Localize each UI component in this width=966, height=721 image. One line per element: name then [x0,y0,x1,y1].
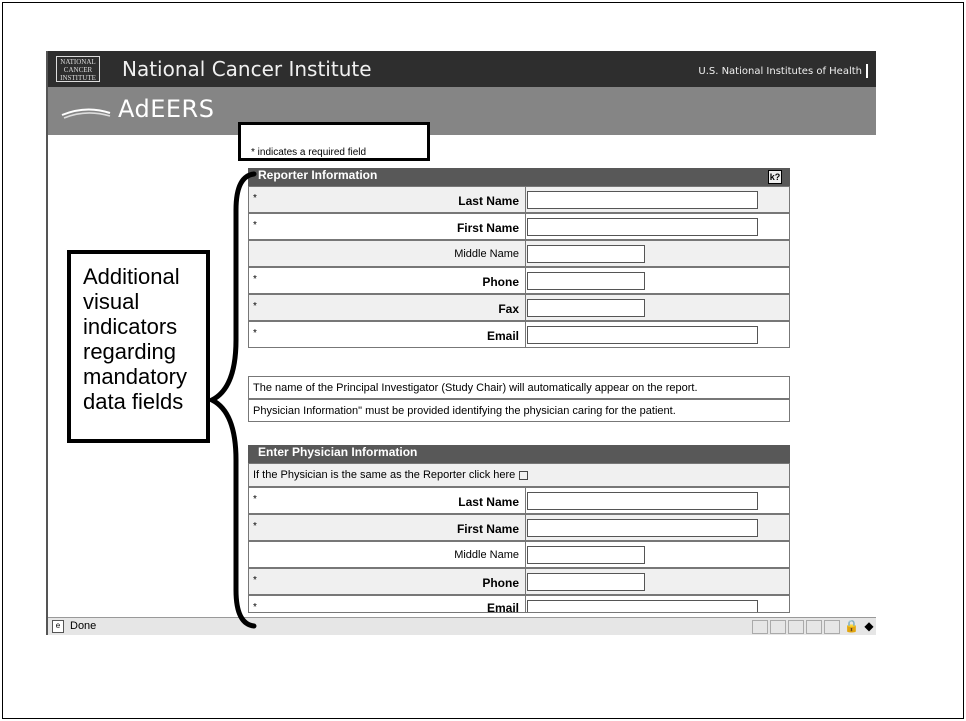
reporter-phone-input[interactable] [527,272,645,290]
annotation-callout: Additional visual indicators regarding m… [67,250,210,443]
field-label: Phone [482,576,519,590]
physician-middle-name-input[interactable] [527,546,645,564]
nih-link-label[interactable]: U.S. National Institutes of Health [698,66,862,77]
status-panel [770,620,786,634]
reporter-middle-name-input[interactable] [527,245,645,263]
physician-email-input[interactable] [527,600,758,612]
field-label: Last Name [458,194,519,208]
physician-email-row: * Email [248,595,790,613]
physician-first-name-row: * First Name [248,514,790,541]
field-label: Email [486,329,519,343]
same-as-reporter-checkbox[interactable] [519,470,529,480]
physician-phone-input[interactable] [527,573,645,591]
physician-first-name-input[interactable] [527,519,758,537]
physician-phone-row: * Phone [248,568,790,595]
status-bar: e Done 🔒 ◆ [48,617,876,635]
field-label: Fax [498,302,519,316]
physician-section: Enter Physician Information If the Physi… [248,445,790,613]
site-header: NATIONAL CANCER INSTITUTE National Cance… [48,51,876,87]
reporter-section-title: Reporter Information [258,168,378,182]
zone-icon: ◆ [864,619,874,633]
physician-section-header: Enter Physician Information [248,445,790,463]
pi-info-text: The name of the Principal Investigator (… [248,376,790,399]
reporter-section: Reporter Information k? * Last Name * Fi… [248,168,790,348]
page-icon: e [52,620,64,633]
app-name: AdEERS [118,95,215,123]
status-panel [824,620,840,634]
reporter-email-row: * Email [248,321,790,348]
header-separator [866,64,868,78]
field-label: First Name [456,522,519,536]
field-label: Phone [482,275,519,289]
reporter-phone-row: * Phone [248,267,790,294]
physician-last-name-row: * Last Name [248,487,790,514]
help-icon[interactable]: k? [768,170,782,184]
nci-logo[interactable]: NATIONAL CANCER INSTITUTE [56,56,100,82]
reporter-first-name-row: * First Name [248,213,790,240]
status-panel [752,620,768,634]
reporter-first-name-input[interactable] [527,218,758,236]
status-panel [806,620,822,634]
reporter-middle-name-row: Middle Name [248,240,790,267]
status-panel [788,620,804,634]
reporter-last-name-row: * Last Name [248,186,790,213]
field-label: Email [486,601,519,613]
reporter-last-name-input[interactable] [527,191,758,209]
field-label: Middle Name [454,549,519,561]
physician-middle-name-row: Middle Name [248,541,790,568]
swoosh-logo-icon [61,108,111,119]
same-as-reporter-label: If the Physician is the same as the Repo… [253,469,529,481]
reporter-section-header: Reporter Information k? [248,168,790,186]
curly-brace-annotation [208,171,257,629]
app-banner: AdEERS [48,87,876,135]
physician-section-title: Enter Physician Information [258,445,418,459]
physician-info-text: Physician Information" must be provided … [248,399,790,422]
reporter-fax-input[interactable] [527,299,645,317]
field-label: First Name [456,221,519,235]
required-note-text: * indicates a required field [251,147,367,158]
field-label: Last Name [458,495,519,509]
field-label: Middle Name [454,248,519,260]
callout-text: Additional visual indicators regarding m… [83,264,187,414]
nih-link[interactable]: U.S. National Institutes of Health [698,64,868,78]
reporter-fax-row: * Fax [248,294,790,321]
physician-last-name-input[interactable] [527,492,758,510]
same-as-reporter-text: If the Physician is the same as the Repo… [253,469,516,481]
org-title[interactable]: National Cancer Institute [122,57,372,81]
same-as-reporter-row: If the Physician is the same as the Repo… [248,463,790,487]
required-field-note: * indicates a required field [238,122,430,161]
lock-icon: 🔒 [844,619,859,633]
reporter-email-input[interactable] [527,326,758,344]
status-text: Done [70,620,97,632]
